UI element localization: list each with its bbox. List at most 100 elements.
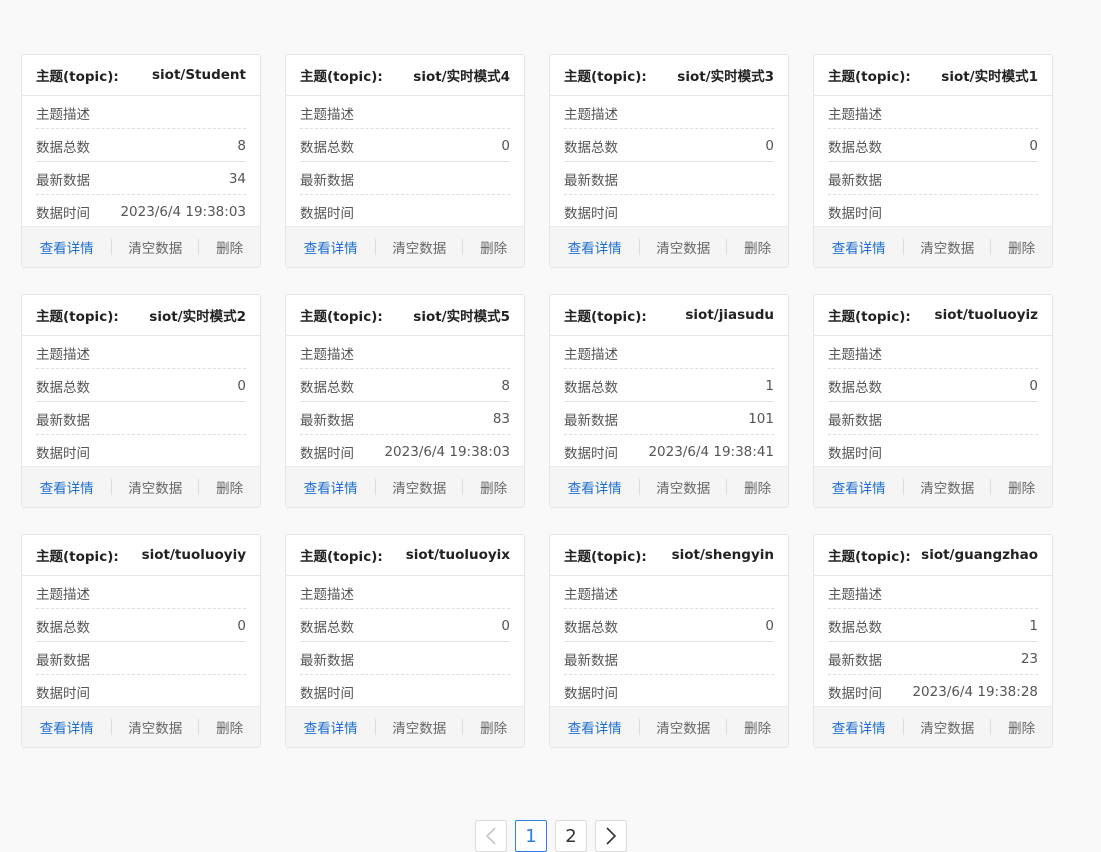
view-details-link[interactable]: 查看详情 (814, 237, 903, 257)
clear-data-link[interactable]: 清空数据 (376, 477, 462, 497)
delete-link[interactable]: 删除 (199, 717, 260, 737)
latest-row: 最新数据 23 (828, 643, 1038, 675)
total-label: 数据总数 (564, 139, 618, 156)
view-details-link[interactable]: 查看详情 (286, 477, 375, 497)
card-body: 主题描述 数据总数 0 最新数据 数据时间 (814, 337, 1052, 468)
clear-data-link[interactable]: 清空数据 (112, 717, 198, 737)
topic-name: siot/实时模式5 (413, 309, 510, 325)
topic-card: 主题(topic): siot/实时模式3 主题描述 数据总数 0 最新数据 数… (549, 54, 789, 268)
total-label: 数据总数 (564, 619, 618, 636)
total-label: 数据总数 (300, 139, 354, 156)
desc-row: 主题描述 (300, 577, 510, 609)
card-header: 主题(topic): siot/实时模式3 (550, 55, 788, 96)
clear-data-link[interactable]: 清空数据 (112, 477, 198, 497)
card-body: 主题描述 数据总数 0 最新数据 数据时间 (550, 577, 788, 708)
topic-card: 主题(topic): siot/实时模式4 主题描述 数据总数 0 最新数据 数… (285, 54, 525, 268)
view-details-link[interactable]: 查看详情 (550, 717, 639, 737)
page-button-1[interactable]: 1 (515, 820, 547, 852)
clear-data-link[interactable]: 清空数据 (112, 237, 198, 257)
topic-label: 主题(topic): (564, 69, 647, 85)
total-label: 数据总数 (36, 139, 90, 156)
view-details-link[interactable]: 查看详情 (550, 237, 639, 257)
view-details-link[interactable]: 查看详情 (286, 717, 375, 737)
delete-link[interactable]: 删除 (463, 477, 524, 497)
view-details-link[interactable]: 查看详情 (550, 477, 639, 497)
desc-label: 主题描述 (828, 106, 882, 123)
delete-link[interactable]: 删除 (727, 237, 788, 257)
desc-row: 主题描述 (36, 97, 246, 129)
card-header: 主题(topic): siot/tuoluoyix (286, 535, 524, 576)
view-details-link[interactable]: 查看详情 (22, 717, 111, 737)
latest-row: 最新数据 (564, 163, 774, 195)
prev-page-button[interactable] (475, 820, 507, 852)
card-header: 主题(topic): siot/shengyin (550, 535, 788, 576)
clear-data-link[interactable]: 清空数据 (640, 717, 726, 737)
topic-card: 主题(topic): siot/tuoluoyiz 主题描述 数据总数 0 最新… (813, 294, 1053, 508)
card-actions: 查看详情 清空数据 删除 (550, 706, 788, 747)
card-actions: 查看详情 清空数据 删除 (814, 226, 1052, 267)
card-header: 主题(topic): siot/tuoluoyiz (814, 295, 1052, 336)
chevron-right-icon (606, 827, 617, 845)
total-label: 数据总数 (564, 379, 618, 396)
topic-name: siot/实时模式3 (677, 69, 774, 85)
time-label: 数据时间 (828, 206, 882, 222)
clear-data-link[interactable]: 清空数据 (376, 237, 462, 257)
view-details-link[interactable]: 查看详情 (286, 237, 375, 257)
view-details-link[interactable]: 查看详情 (814, 717, 903, 737)
latest-row: 最新数据 (36, 643, 246, 675)
topic-name: siot/实时模式4 (413, 69, 510, 85)
card-body: 主题描述 数据总数 8 最新数据 83 数据时间 2023/6/4 19:38:… (286, 337, 524, 468)
delete-link[interactable]: 删除 (463, 237, 524, 257)
latest-value: 23 (1020, 650, 1038, 667)
delete-link[interactable]: 删除 (727, 477, 788, 497)
latest-label: 最新数据 (36, 652, 90, 669)
card-body: 主题描述 数据总数 8 最新数据 34 数据时间 2023/6/4 19:38:… (22, 97, 260, 228)
desc-label: 主题描述 (828, 346, 882, 363)
topic-label: 主题(topic): (300, 309, 383, 325)
latest-label: 最新数据 (828, 172, 882, 189)
topic-label: 主题(topic): (564, 549, 647, 565)
topic-name: siot/tuoluoyix (405, 547, 510, 563)
topic-card: 主题(topic): siot/jiasudu 主题描述 数据总数 1 最新数据… (549, 294, 789, 508)
total-value: 1 (1029, 617, 1038, 634)
clear-data-link[interactable]: 清空数据 (904, 237, 990, 257)
time-row: 数据时间 (300, 196, 510, 228)
clear-data-link[interactable]: 清空数据 (640, 477, 726, 497)
delete-link[interactable]: 删除 (991, 717, 1052, 737)
total-value: 8 (501, 377, 510, 394)
chevron-left-icon (485, 827, 496, 845)
delete-link[interactable]: 删除 (463, 717, 524, 737)
view-details-link[interactable]: 查看详情 (22, 477, 111, 497)
topic-card: 主题(topic): siot/Student 主题描述 数据总数 8 最新数据… (21, 54, 261, 268)
desc-row: 主题描述 (564, 97, 774, 129)
delete-link[interactable]: 删除 (991, 477, 1052, 497)
view-details-link[interactable]: 查看详情 (814, 477, 903, 497)
clear-data-link[interactable]: 清空数据 (376, 717, 462, 737)
delete-link[interactable]: 删除 (991, 237, 1052, 257)
latest-row: 最新数据 (828, 163, 1038, 195)
delete-link[interactable]: 删除 (727, 717, 788, 737)
next-page-button[interactable] (595, 820, 627, 852)
delete-link[interactable]: 删除 (199, 477, 260, 497)
page-button-2[interactable]: 2 (555, 820, 587, 852)
clear-data-link[interactable]: 清空数据 (640, 237, 726, 257)
clear-data-link[interactable]: 清空数据 (904, 717, 990, 737)
latest-row: 最新数据 (564, 643, 774, 675)
desc-label: 主题描述 (36, 586, 90, 603)
time-value: 2023/6/4 19:38:03 (120, 204, 246, 220)
total-value: 8 (237, 137, 246, 154)
card-body: 主题描述 数据总数 1 最新数据 101 数据时间 2023/6/4 19:38… (550, 337, 788, 468)
card-body: 主题描述 数据总数 0 最新数据 数据时间 (550, 97, 788, 228)
time-row: 数据时间 2023/6/4 19:38:28 (828, 676, 1038, 708)
total-value: 0 (1029, 377, 1038, 394)
total-row: 数据总数 1 (564, 370, 774, 402)
view-details-link[interactable]: 查看详情 (22, 237, 111, 257)
delete-link[interactable]: 删除 (199, 237, 260, 257)
latest-label: 最新数据 (564, 412, 618, 429)
desc-row: 主题描述 (36, 577, 246, 609)
total-value: 0 (237, 617, 246, 634)
clear-data-link[interactable]: 清空数据 (904, 477, 990, 497)
desc-row: 主题描述 (564, 577, 774, 609)
latest-label: 最新数据 (564, 172, 618, 189)
card-actions: 查看详情 清空数据 删除 (286, 706, 524, 747)
